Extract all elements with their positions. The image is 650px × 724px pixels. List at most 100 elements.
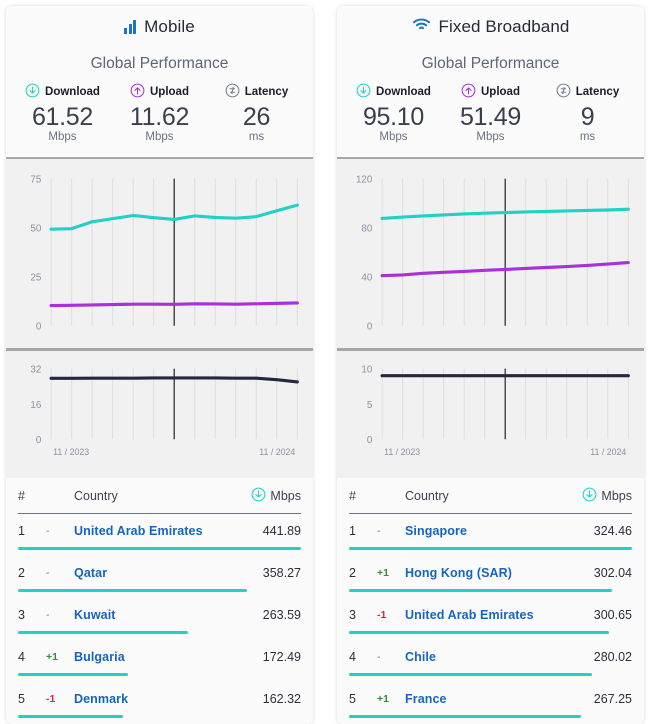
svg-text:120: 120 xyxy=(356,175,373,186)
speed-chart-mobile: 0 25 50 75 xyxy=(6,159,313,348)
metric-label: Download xyxy=(376,85,431,98)
download-icon xyxy=(582,487,597,505)
row-bar-wrap xyxy=(18,673,301,682)
svg-text:0: 0 xyxy=(36,322,42,333)
table-header: # Country Mbps xyxy=(349,478,632,514)
table-row[interactable]: 3 -1 United Arab Emirates 300.65 xyxy=(349,598,632,631)
metric-label-wrap: Download xyxy=(345,83,441,101)
latency-icon xyxy=(225,83,240,101)
row-bar-wrap xyxy=(18,589,301,598)
row-delta: - xyxy=(46,608,50,621)
header-unit: Mbps xyxy=(251,487,301,505)
row-delta: +1 xyxy=(377,566,389,579)
row-delta: -1 xyxy=(377,608,387,621)
speed-chart-fixed-broadband: 0 40 80 120 xyxy=(337,159,644,348)
svg-text:16: 16 xyxy=(30,399,41,410)
speedtest-global-index: Mobile Global Performance Download 61.52 Mbp… xyxy=(0,0,650,724)
country-table-mobile: # Country Mbps 1 - United Arab Emirates 441.89… xyxy=(6,478,313,724)
metric-label-wrap: Download xyxy=(14,83,110,101)
table-row[interactable]: 2 +1 Hong Kong (SAR) 302.04 xyxy=(349,556,632,589)
table-row[interactable]: 4 +1 Bulgaria 172.49 xyxy=(18,640,301,673)
row-rank: 1 xyxy=(18,523,25,538)
metric-label: Upload xyxy=(150,85,189,98)
row-delta: +1 xyxy=(46,650,58,663)
row-rank: 4 xyxy=(18,649,25,664)
metric-download: Download 95.10 Mbps xyxy=(345,83,441,143)
row-bar xyxy=(349,631,610,634)
row-country-link[interactable]: Hong Kong (SAR) xyxy=(405,566,594,580)
row-country-link[interactable]: Kuwait xyxy=(74,608,263,622)
metric-upload: Upload 51.49 Mbps xyxy=(442,83,538,143)
row-bar-wrap xyxy=(349,715,632,724)
table-row[interactable]: 5 +1 France 267.25 xyxy=(349,682,632,715)
row-country-link[interactable]: Singapore xyxy=(405,524,594,538)
metrics-row: Download 95.10 Mbps Upload 51.49 Mbps Latency 9… xyxy=(337,83,644,143)
row-country-link[interactable]: Denmark xyxy=(74,692,263,706)
header-unit: Mbps xyxy=(582,487,632,505)
metric-value: 26 xyxy=(242,102,271,131)
metric-latency: Latency 26 ms xyxy=(208,83,304,143)
row-bar xyxy=(349,715,582,718)
table-row[interactable]: 1 - United Arab Emirates 441.89 xyxy=(18,514,301,547)
svg-text:10: 10 xyxy=(361,364,372,375)
table-row[interactable]: 1 - Singapore 324.46 xyxy=(349,514,632,547)
upload-icon xyxy=(130,83,145,101)
row-country-link[interactable]: United Arab Emirates xyxy=(405,608,594,622)
table-row[interactable]: 3 - Kuwait 263.59 xyxy=(18,598,301,631)
svg-text:11 / 2024: 11 / 2024 xyxy=(259,446,295,456)
row-delta: - xyxy=(377,650,381,663)
header-rank: # xyxy=(18,488,25,503)
metric-label-wrap: Upload xyxy=(111,83,207,101)
metric-value: 9 xyxy=(580,102,595,131)
row-delta: +1 xyxy=(377,692,389,705)
metric-unit: Mbps xyxy=(145,130,174,143)
metric-value: 61.52 xyxy=(31,102,94,131)
row-delta: -1 xyxy=(46,692,56,705)
metric-value: 51.49 xyxy=(459,102,522,131)
header-country: Country xyxy=(74,488,118,503)
header-unit-label: Mbps xyxy=(601,488,632,503)
svg-text:75: 75 xyxy=(30,175,41,186)
metrics-row: Download 61.52 Mbps Upload 11.62 Mbps Latency 2… xyxy=(6,83,313,143)
svg-text:0: 0 xyxy=(367,322,373,333)
row-country-link[interactable]: Bulgaria xyxy=(74,650,263,664)
row-value: 358.27 xyxy=(262,565,301,580)
row-delta: - xyxy=(46,566,50,579)
row-rank: 3 xyxy=(18,607,25,622)
upload-icon xyxy=(461,83,476,101)
svg-text:32: 32 xyxy=(30,364,41,375)
row-value: 302.04 xyxy=(593,565,632,580)
metric-label-wrap: Latency xyxy=(208,83,304,101)
row-country-link[interactable]: France xyxy=(405,692,594,706)
metric-unit: ms xyxy=(248,130,265,143)
row-value: 280.02 xyxy=(593,649,632,664)
table-row[interactable]: 5 -1 Denmark 162.32 xyxy=(18,682,301,715)
row-bar-wrap xyxy=(349,589,632,598)
row-rank: 2 xyxy=(349,565,356,580)
row-value: 324.46 xyxy=(593,523,632,538)
panel-title-mobile: Mobile xyxy=(6,6,313,49)
download-icon xyxy=(25,83,40,101)
panel-fixed-broadband: Fixed Broadband Global Performance Downloa… xyxy=(337,6,644,724)
row-country-link[interactable]: Qatar xyxy=(74,566,263,580)
row-bar xyxy=(18,547,301,550)
row-value: 162.32 xyxy=(262,691,301,706)
table-row[interactable]: 2 - Qatar 358.27 xyxy=(18,556,301,589)
row-bar xyxy=(349,547,632,550)
metric-label-wrap: Upload xyxy=(442,83,538,101)
row-bar xyxy=(349,589,613,592)
row-bar xyxy=(18,673,129,676)
row-rank: 4 xyxy=(349,649,356,664)
row-country-link[interactable]: Chile xyxy=(405,650,594,664)
panel-title-fixed-broadband: Fixed Broadband xyxy=(337,6,644,49)
table-row[interactable]: 4 - Chile 280.02 xyxy=(349,640,632,673)
global-performance-label: Global Performance xyxy=(421,54,560,72)
metric-value: 11.62 xyxy=(129,102,190,131)
svg-text:11 / 2023: 11 / 2023 xyxy=(53,446,89,456)
metric-label-wrap: Latency xyxy=(539,83,635,101)
header-rank: # xyxy=(349,488,356,503)
row-bar xyxy=(18,715,123,718)
row-delta: - xyxy=(46,524,50,537)
signal-bars-icon xyxy=(124,20,137,35)
row-country-link[interactable]: United Arab Emirates xyxy=(74,524,263,538)
